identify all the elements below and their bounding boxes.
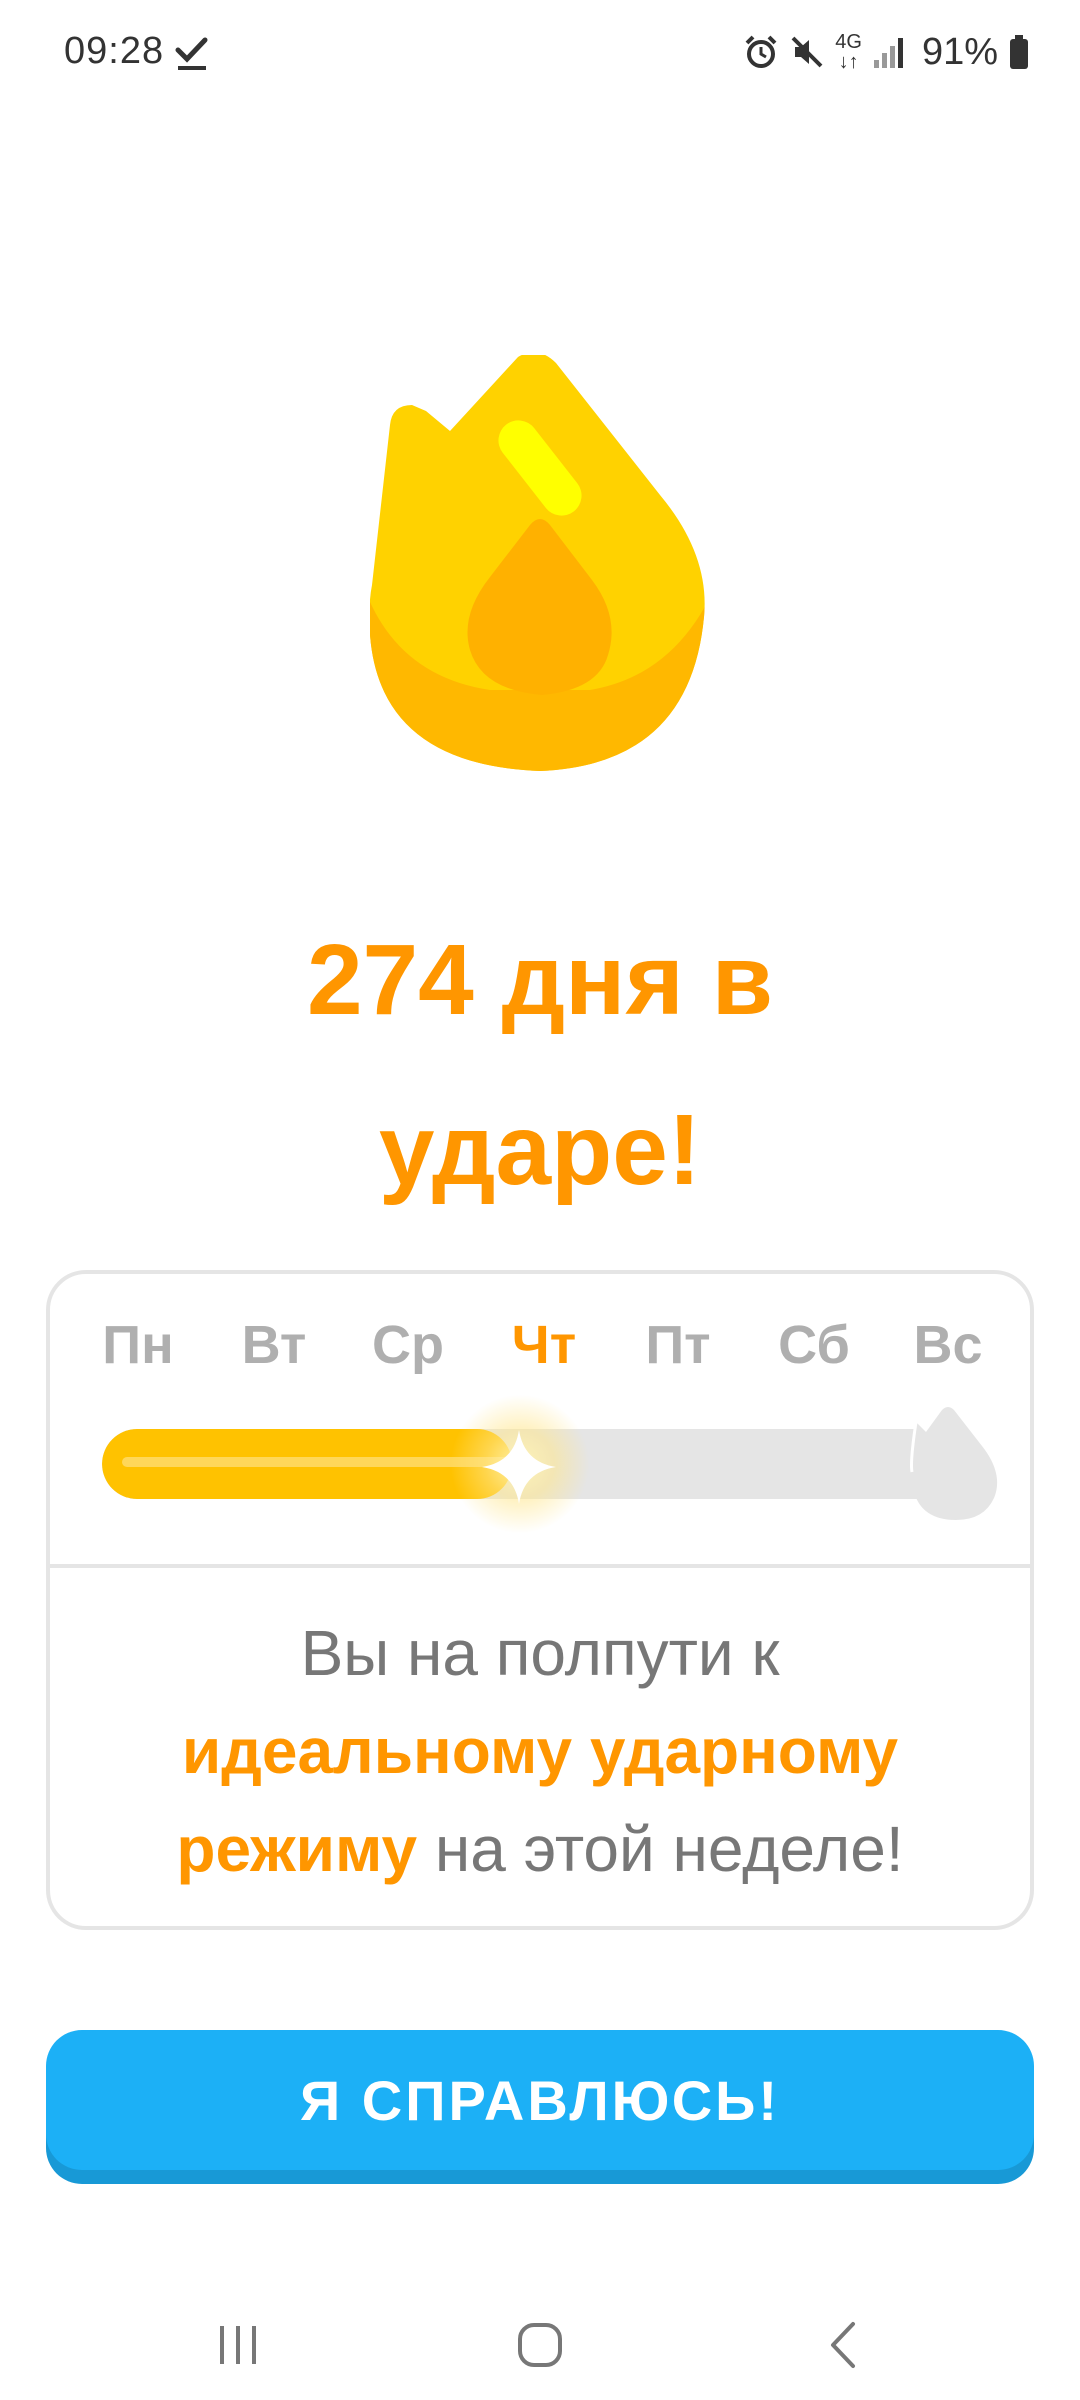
day-label-tue: Вт [241, 1315, 307, 1375]
system-nav-bar [0, 2290, 1080, 2400]
alarm-icon [745, 35, 777, 68]
recent-apps-button[interactable] [198, 2310, 278, 2380]
signal-icon [873, 38, 903, 68]
mute-icon [791, 36, 823, 68]
flame-icon [370, 355, 705, 771]
recent-apps-icon [220, 2326, 256, 2364]
back-icon [831, 2322, 855, 2368]
day-label-fri: Пт [645, 1315, 711, 1375]
sparkle-icon [482, 1430, 556, 1504]
day-label-mon: Пн [102, 1315, 174, 1375]
day-label-sun: Вс [913, 1315, 983, 1375]
status-icons: 4G ↓↑ 91% [743, 28, 1030, 76]
message-text-part2: на этой неделе! [417, 1813, 904, 1885]
message-highlight-line1: идеальному ударному [181, 1715, 899, 1787]
network-type: 4G [835, 31, 862, 53]
day-label-thu: Чт [511, 1315, 577, 1375]
day-label-wed: Ср [372, 1315, 444, 1375]
status-time: 09:28 [64, 30, 165, 72]
back-button[interactable] [804, 2310, 884, 2380]
status-bar: 09:28 4G ↓↑ 91% [0, 0, 1080, 110]
home-icon [518, 2323, 562, 2367]
check-icon [175, 37, 208, 70]
battery-percent: 91% [921, 30, 998, 73]
streak-title-line1: 274 дня в [306, 924, 774, 1036]
message-highlight-line2: режиму [176, 1813, 418, 1885]
week-progress-card: Пн Вт Ср Чт Пт Сб Вс Вы на полпути к иде… [46, 1270, 1034, 1930]
battery-icon [1010, 35, 1028, 69]
message-text-part1: Вы на полпути к [300, 1617, 780, 1689]
streak-title-line2: ударе! [378, 1094, 702, 1206]
home-button[interactable] [500, 2310, 580, 2380]
streak-message: Вы на полпути к идеальному ударному режи… [90, 1604, 990, 1898]
network-4g-icon: 4G ↓↑ [835, 31, 862, 73]
continue-button[interactable]: Я СПРАВЛЮСЬ! [46, 2030, 1034, 2170]
day-label-sat: Сб [778, 1315, 850, 1375]
weekday-row: Пн Вт Ср Чт Пт Сб Вс [50, 1314, 1030, 1384]
goal-flame-icon [910, 1407, 998, 1520]
card-divider [50, 1564, 1030, 1568]
streak-title: 274 дня в ударе! [90, 895, 990, 1235]
